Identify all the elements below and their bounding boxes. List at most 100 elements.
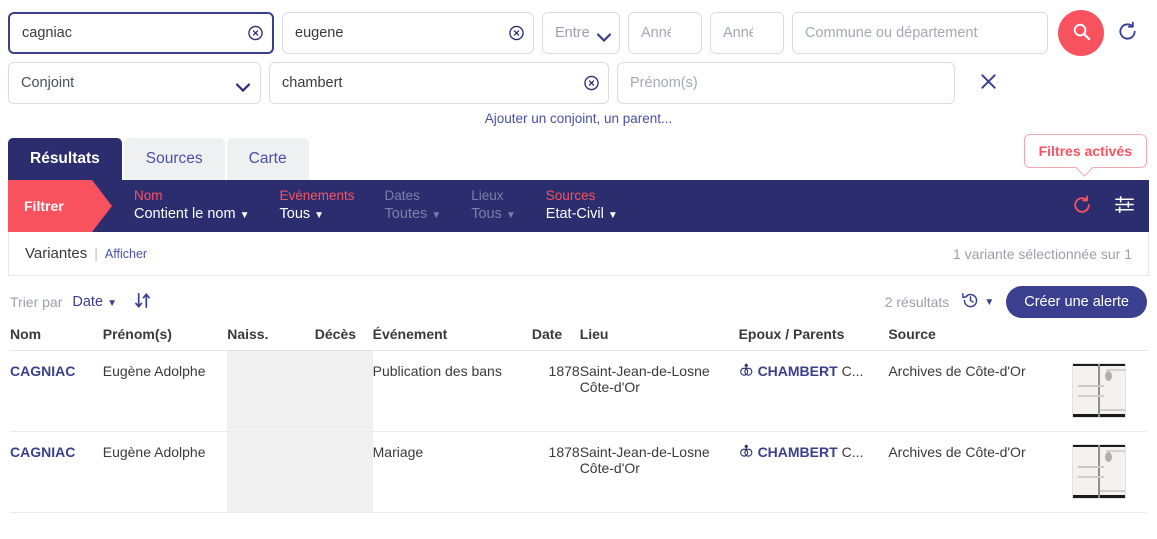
document-scan-thumbnail[interactable]: [1072, 444, 1126, 499]
tab-resultats[interactable]: Résultats: [8, 138, 122, 180]
periode-select-label: Entre: [555, 25, 590, 41]
annee-debut-field-wrapper[interactable]: [628, 12, 702, 54]
filters-active-badge[interactable]: Filtres activés: [1024, 134, 1147, 168]
results-count: 2 résultats: [885, 294, 950, 310]
filter-nom-title: Nom: [134, 187, 250, 205]
cell-date: 1878: [532, 351, 580, 432]
search-button[interactable]: [1058, 10, 1104, 56]
result-name-link[interactable]: CAGNIAC: [10, 363, 75, 379]
sort-field-value: Date: [72, 294, 103, 310]
lieu-commune: Saint-Jean-de-Losne: [580, 363, 739, 379]
filter-dates[interactable]: Dates Toutes ▼: [385, 187, 442, 225]
chevron-down-icon: [597, 29, 611, 38]
cell-naissance: [227, 351, 315, 432]
result-name-link[interactable]: CAGNIAC: [10, 444, 75, 460]
refresh-icon: [1072, 195, 1092, 218]
annee-fin-field-wrapper[interactable]: [710, 12, 784, 54]
tab-carte[interactable]: Carte: [227, 138, 309, 180]
search-panel: Entre: [0, 0, 1157, 132]
cell-prenom: Eugène Adolphe: [103, 432, 227, 513]
variantes-show-link[interactable]: Afficher: [105, 247, 147, 261]
search-icon: [1072, 22, 1091, 44]
epoux-link[interactable]: CHAMBERT: [758, 363, 838, 379]
table-row[interactable]: CAGNIAC Eugène Adolphe Publication des b…: [10, 351, 1147, 432]
prenom-input[interactable]: [295, 13, 503, 53]
cell-source: Archives de Côte-d'Or: [888, 351, 1072, 432]
filter-sources-value: Etat-Civil: [546, 206, 604, 222]
filter-label-tag[interactable]: Filtrer: [8, 180, 92, 232]
relation-nom-field-wrapper[interactable]: [269, 62, 609, 104]
cell-prenom: Eugène Adolphe: [103, 351, 227, 432]
relation-type-label: Conjoint: [21, 75, 74, 91]
lieu-departement: Côte-d'Or: [580, 460, 739, 476]
filter-lieux[interactable]: Lieux Tous ▼: [471, 187, 516, 225]
header-lieu: Lieu: [580, 326, 739, 351]
tab-sources[interactable]: Sources: [124, 138, 225, 180]
tab-sources-label: Sources: [146, 150, 203, 168]
filter-columns: Nom Contient le nom ▼ Evénements Tous ▼ …: [134, 180, 648, 232]
epoux-link[interactable]: CHAMBERT: [758, 444, 838, 460]
sort-controls: Trier par Date ▼: [10, 291, 152, 313]
cell-lieu: Saint-Jean-de-Losne Côte-d'Or: [580, 351, 739, 432]
nom-input[interactable]: [22, 14, 242, 52]
header-thumbnail: [1072, 326, 1147, 351]
header-source: Source: [888, 326, 1072, 351]
results-table-body: CAGNIAC Eugène Adolphe Publication des b…: [10, 351, 1147, 513]
history-button[interactable]: ▼: [961, 291, 994, 313]
header-nom: Nom: [10, 326, 103, 351]
annee-fin-input[interactable]: [723, 13, 753, 53]
sort-direction-button[interactable]: [133, 291, 152, 313]
filter-evenements-title: Evénements: [280, 187, 355, 205]
sort-arrows-icon: [133, 291, 152, 313]
nom-field-wrapper[interactable]: [8, 12, 274, 54]
variantes-separator: |: [94, 245, 98, 261]
prenom-field-wrapper[interactable]: [282, 12, 534, 54]
history-clock-icon: [961, 291, 980, 313]
results-table-head: Nom Prénom(s) Naiss. Décès Événement Dat…: [10, 326, 1147, 351]
filter-nom[interactable]: Nom Contient le nom ▼: [134, 187, 250, 225]
caret-down-icon: ▼: [984, 297, 994, 308]
cell-evenement: Mariage: [373, 432, 532, 513]
document-scan-thumbnail[interactable]: [1072, 363, 1126, 418]
relation-prenom-input[interactable]: [630, 63, 924, 103]
variantes-status: 1 variante sélectionnée sur 1: [953, 246, 1132, 262]
relation-type-select[interactable]: Conjoint: [8, 62, 261, 104]
header-epoux: Epoux / Parents: [739, 326, 889, 351]
filter-lieux-value: Tous: [471, 206, 502, 222]
remove-relation-button[interactable]: [971, 66, 1005, 100]
table-row[interactable]: CAGNIAC Eugène Adolphe Mariage 1878 Sain…: [10, 432, 1147, 513]
cell-thumbnail: [1072, 351, 1147, 432]
clear-relation-nom-icon[interactable]: [584, 76, 599, 91]
filter-dates-value: Toutes: [385, 206, 428, 222]
filter-sources-title: Sources: [546, 187, 618, 205]
lieu-input[interactable]: [805, 13, 1017, 53]
sort-field-select[interactable]: Date ▼: [72, 294, 117, 310]
sort-row: Trier par Date ▼ 2 résultats: [0, 276, 1157, 326]
caret-down-icon: ▼: [506, 210, 516, 221]
reset-search-button[interactable]: [1112, 18, 1142, 48]
epoux-prenom-truncated: C...: [842, 444, 864, 460]
caret-down-icon: ▼: [608, 210, 618, 221]
lieu-field-wrapper[interactable]: [792, 12, 1048, 54]
variantes-bar: Variantes | Afficher 1 variante sélectio…: [8, 232, 1149, 276]
close-icon: [979, 72, 998, 94]
cell-evenement: Publication des bans: [373, 351, 532, 432]
relation-prenom-field-wrapper[interactable]: [617, 62, 955, 104]
header-naissance: Naiss.: [227, 326, 315, 351]
clear-prenom-icon[interactable]: [509, 26, 524, 41]
filter-lieux-title: Lieux: [471, 187, 516, 205]
clear-nom-icon[interactable]: [248, 26, 263, 41]
sliders-icon: [1114, 194, 1135, 218]
variantes-label: Variantes: [25, 245, 87, 262]
annee-debut-input[interactable]: [641, 13, 671, 53]
cell-nom: CAGNIAC: [10, 351, 103, 432]
reset-filters-button[interactable]: [1072, 195, 1092, 218]
add-relation-link[interactable]: Ajouter un conjoint, un parent...: [8, 108, 1149, 132]
epoux-prenom-truncated: C...: [842, 363, 864, 379]
filter-evenements[interactable]: Evénements Tous ▼: [280, 187, 355, 225]
relation-nom-input[interactable]: [282, 63, 578, 103]
filter-sources[interactable]: Sources Etat-Civil ▼: [546, 187, 618, 225]
periode-select[interactable]: Entre: [542, 12, 620, 54]
create-alert-button[interactable]: Créer une alerte: [1006, 286, 1147, 318]
filter-settings-button[interactable]: [1114, 194, 1135, 218]
